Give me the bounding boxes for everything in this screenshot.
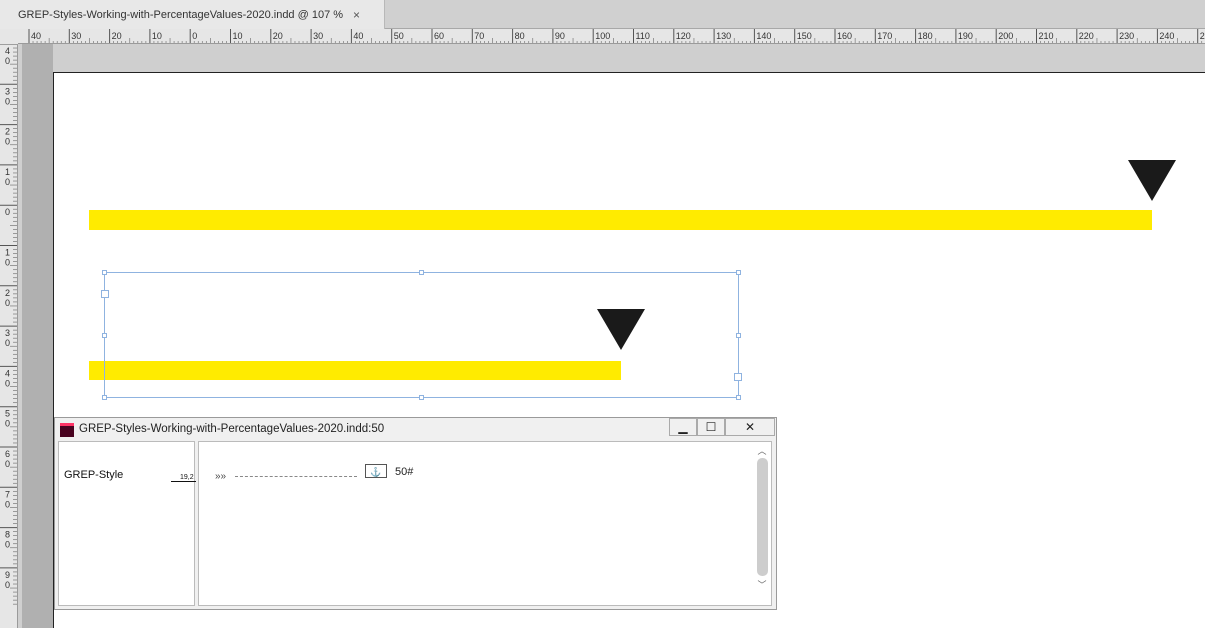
ruler-label: 50 xyxy=(5,409,10,429)
document-tab-title: GREP-Styles-Working-with-PercentageValue… xyxy=(18,8,344,21)
ruler-label: 30 xyxy=(313,31,323,41)
ruler-label: 10 xyxy=(152,31,162,41)
ruler-label: 230 xyxy=(1119,31,1134,41)
ruler-label: 180 xyxy=(918,31,933,41)
ruler-label: 170 xyxy=(877,31,892,41)
ruler-label: 20 xyxy=(5,127,10,147)
ruler-label: 210 xyxy=(1039,31,1054,41)
ruler-label: 200 xyxy=(998,31,1013,41)
paragraph-style-name: GREP-Style xyxy=(64,469,124,481)
ruler-label: 20 xyxy=(273,31,283,41)
ruler-label: 90 xyxy=(5,570,10,590)
scroll-thumb[interactable] xyxy=(757,458,768,576)
ruler-label: 160 xyxy=(837,31,852,41)
ruler-label: 0 xyxy=(192,31,197,41)
frame-handle[interactable] xyxy=(102,333,107,338)
anchor-icon[interactable]: ⚓ xyxy=(365,464,387,478)
ruler-label: 40 xyxy=(5,368,10,388)
tab-markers: »» xyxy=(215,471,227,482)
ruler-label: 30 xyxy=(5,328,10,348)
ruler-label: 70 xyxy=(5,489,10,509)
ruler-label: 70 xyxy=(474,31,484,41)
horizontal-ruler-scale: 40 30 20 10 0 10 20 30 40 50 60 70 80 90 100 110 120 130 1… xyxy=(28,29,1205,43)
in-port-handle[interactable] xyxy=(101,290,109,298)
ruler-label: 20 xyxy=(5,288,10,308)
ruler-label: 60 xyxy=(5,449,10,469)
frame-handle[interactable] xyxy=(102,395,107,400)
frame-handle[interactable] xyxy=(736,395,741,400)
ruler-label: 10 xyxy=(5,248,10,268)
ruler-label: 60 xyxy=(434,31,444,41)
story-editor-title-bar[interactable]: GREP-Styles-Working-with-PercentageValue… xyxy=(55,418,776,441)
ruler-label: 220 xyxy=(1079,31,1094,41)
full-percentage-bar[interactable] xyxy=(89,210,1152,230)
close-button[interactable]: ✕ xyxy=(725,418,775,436)
ruler-label: 40 xyxy=(31,31,41,41)
ruler-label: 40 xyxy=(5,46,10,66)
ruler-label: 40 xyxy=(353,31,363,41)
vertical-ruler[interactable]: 40 30 20 10 0 10 20 30 40 50 60 70 80 90 xyxy=(0,44,18,628)
ruler-label: 50 xyxy=(394,31,404,41)
vertical-scrollbar[interactable]: ︿ ﹀ xyxy=(755,444,769,594)
scroll-up-icon[interactable]: ︿ xyxy=(755,444,769,457)
story-editor-title: GREP-Styles-Working-with-PercentageValue… xyxy=(79,423,385,435)
ruler-label: 2 xyxy=(1200,31,1205,41)
frame-handle[interactable] xyxy=(736,333,741,338)
document-tab[interactable]: GREP-Styles-Working-with-PercentageValue… xyxy=(0,0,385,29)
maximize-button[interactable]: ☐ xyxy=(697,418,725,436)
ruler-label: 120 xyxy=(676,31,691,41)
ruler-label: 140 xyxy=(756,31,771,41)
depth-ruler-value: 19,2 xyxy=(171,474,196,482)
ruler-label: 80 xyxy=(5,530,10,550)
selected-text-frame[interactable] xyxy=(101,270,742,400)
percentage-marker-triangle[interactable] xyxy=(1128,160,1176,201)
horizontal-ruler[interactable]: 40 30 20 10 0 10 20 30 40 50 60 70 80 90 100 110 120 130 1… xyxy=(18,29,1205,44)
ruler-label: 240 xyxy=(1159,31,1174,41)
ruler-label: 30 xyxy=(5,86,10,106)
ruler-label: 20 xyxy=(112,31,122,41)
indesign-app-icon xyxy=(60,423,74,437)
frame-handle[interactable] xyxy=(736,270,741,275)
out-port-handle[interactable] xyxy=(734,373,742,381)
minimize-button[interactable]: ▁ xyxy=(669,418,697,436)
page-shadow xyxy=(22,44,53,628)
vertical-ruler-scale: 4 0 3 0 2 0 1 0 0 1 0 2 0 3 0 4 0 5 0 6 0 7 0 8 0 9 0 xyxy=(0,44,17,605)
ruler-label: 80 xyxy=(515,31,525,41)
scroll-down-icon[interactable]: ﹀ xyxy=(755,578,769,591)
ruler-label: 30 xyxy=(71,31,81,41)
ruler-label: 10 xyxy=(5,167,10,187)
ruler-label: 150 xyxy=(797,31,812,41)
ruler-label: 130 xyxy=(716,31,731,41)
story-editor-window[interactable]: GREP-Styles-Working-with-PercentageValue… xyxy=(54,417,777,610)
ruler-label: 110 xyxy=(636,31,650,41)
story-text-content[interactable]: 50# xyxy=(395,466,413,478)
ruler-label: 100 xyxy=(595,31,610,41)
frame-handle[interactable] xyxy=(419,395,424,400)
ruler-label: 90 xyxy=(555,31,565,41)
ruler-label: 190 xyxy=(958,31,973,41)
close-icon[interactable]: × xyxy=(353,8,360,22)
frame-handle[interactable] xyxy=(419,270,424,275)
ruler-label: 0 xyxy=(5,207,10,217)
style-name-column: GREP-Style 19,2 xyxy=(58,441,196,606)
ruler-corner[interactable] xyxy=(0,29,18,44)
ruler-label: 10 xyxy=(233,31,243,41)
frame-handle[interactable] xyxy=(102,270,107,275)
story-text-area[interactable]: »» ⚓ 50# ︿ ﹀ xyxy=(198,441,772,606)
document-tab-bar: GREP-Styles-Working-with-PercentageValue… xyxy=(0,0,1205,29)
em-space-markers xyxy=(235,470,357,477)
